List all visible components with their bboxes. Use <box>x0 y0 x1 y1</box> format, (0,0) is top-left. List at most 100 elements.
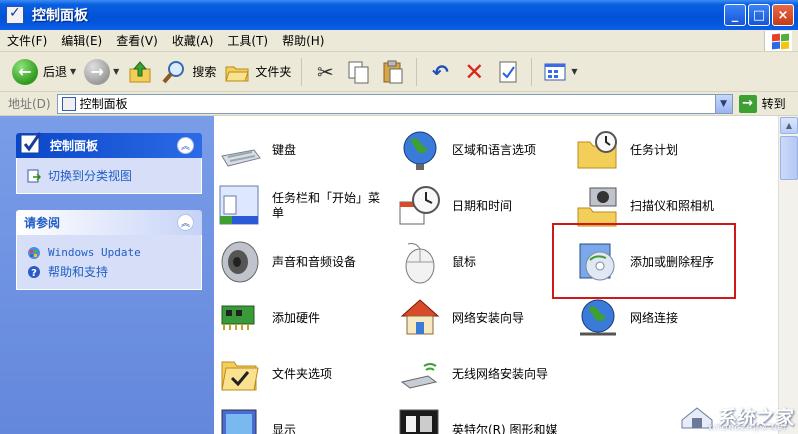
item-wireless-network-wizard[interactable]: 无线网络安装向导 <box>398 352 548 396</box>
copy-icon <box>348 61 369 83</box>
menu-help[interactable]: 帮助(H) <box>275 32 331 49</box>
address-label: 地址(D) <box>8 97 51 111</box>
go-label: 转到 <box>761 97 786 111</box>
maximize-button[interactable]: □ <box>748 4 770 26</box>
cut-button[interactable]: ✂ <box>308 56 342 88</box>
go-button[interactable]: → 转到 <box>738 94 786 113</box>
vertical-scrollbar[interactable]: ▲ <box>778 116 798 434</box>
go-arrow-icon: → <box>738 94 757 113</box>
scroll-up-icon[interactable]: ▲ <box>780 117 798 134</box>
menu-view[interactable]: 查看(V) <box>109 32 165 49</box>
item-add-hardware[interactable]: 添加硬件 <box>218 296 320 340</box>
scroll-thumb[interactable] <box>780 136 798 180</box>
delete-button[interactable]: ✕ <box>457 56 491 88</box>
task-pane: 控制面板 ︽ 切换到分类视图 请参阅 ︽ Windows Update ? 帮助… <box>0 116 214 434</box>
taskbar-icon <box>219 185 259 225</box>
back-label: 后退 <box>43 65 68 79</box>
copy-button[interactable] <box>342 56 376 88</box>
item-date-time[interactable]: 日期和时间 <box>398 184 512 228</box>
folders-label: 文件夹 <box>255 65 292 79</box>
address-input[interactable]: 控制面板 ▼ <box>56 93 733 114</box>
hardware-icon <box>221 305 255 330</box>
item-sound-audio[interactable]: 声音和音频设备 <box>218 240 356 284</box>
menu-bar: 文件(F) 编辑(E) 查看(V) 收藏(A) 工具(T) 帮助(H) <box>0 30 798 52</box>
window-title: 控制面板 <box>32 8 88 24</box>
paste-button[interactable] <box>376 56 410 88</box>
toolbar-separator <box>416 57 418 86</box>
address-dropdown-icon[interactable]: ▼ <box>714 94 732 113</box>
menu-file[interactable]: 文件(F) <box>0 32 54 49</box>
forward-arrow-icon: → <box>84 58 111 85</box>
item-label: 无线网络安装向导 <box>452 366 549 381</box>
item-label: 扫描仪和照相机 <box>630 198 715 213</box>
collapse-chevron-icon[interactable]: ︽ <box>177 137 194 154</box>
paste-icon <box>383 60 403 83</box>
control-panel-icon <box>20 131 42 153</box>
keyboard-icon <box>221 149 261 167</box>
delete-x-icon: ✕ <box>464 57 485 86</box>
control-panel-icon <box>6 5 24 24</box>
item-keyboard[interactable]: 键盘 <box>218 128 296 172</box>
highlight-box <box>552 223 736 299</box>
item-scheduled-tasks[interactable]: 任务计划 <box>576 128 678 172</box>
scanner-camera-icon <box>577 187 617 227</box>
forward-dropdown-icon[interactable]: ▼ <box>113 67 119 76</box>
help-icon: ? <box>28 265 40 279</box>
wireless-icon <box>400 363 438 389</box>
menu-edit[interactable]: 编辑(E) <box>54 32 109 49</box>
search-label: 搜索 <box>192 65 217 79</box>
item-intel-graphics[interactable]: 英特尔(R) 图形和媒 <box>398 408 558 434</box>
menu-favorites[interactable]: 收藏(A) <box>165 32 221 49</box>
undo-button[interactable]: ↶ <box>423 56 457 88</box>
up-button[interactable] <box>123 56 157 88</box>
toolbar: ← 后退 ▼ → ▼ 搜索 文件夹 ✂ ↶ ✕ ▼ <box>0 52 798 92</box>
windows-update-icon <box>28 246 40 259</box>
title-bar: 控制面板 _ □ × <box>0 0 798 30</box>
section-body: Windows Update ? 帮助和支持 <box>16 235 202 290</box>
collapse-chevron-icon[interactable]: ︽ <box>177 214 194 231</box>
item-network-setup-wizard[interactable]: 网络安装向导 <box>398 296 524 340</box>
back-dropdown-icon[interactable]: ▼ <box>70 67 76 76</box>
views-dropdown-icon[interactable]: ▼ <box>571 67 577 76</box>
item-label: 任务栏和「开始」菜单 <box>272 191 381 220</box>
scheduled-tasks-icon <box>577 131 617 169</box>
item-display[interactable]: 显示 <box>218 408 296 434</box>
items-view: 键盘 任务栏和「开始」菜单 声音和音频设备 添加硬件 文件夹选项 显示 区域和语… <box>214 116 778 434</box>
folder-up-icon <box>129 60 151 82</box>
window-controls: _ □ × <box>724 4 794 26</box>
forward-button[interactable]: → ▼ <box>80 56 123 88</box>
intel-graphics-icon <box>399 409 439 434</box>
folder-options-icon <box>221 361 259 391</box>
item-regional-language[interactable]: 区域和语言选项 <box>398 128 536 172</box>
section-body: 切换到分类视图 <box>16 158 202 194</box>
network-globe-icon <box>580 299 616 336</box>
item-label: 网络连接 <box>630 310 679 325</box>
close-button[interactable]: × <box>772 4 794 26</box>
switch-to-category-view-link[interactable]: 切换到分类视图 <box>27 166 191 185</box>
item-taskbar-start-menu[interactable]: 任务栏和「开始」菜单 <box>218 184 384 228</box>
properties-button[interactable] <box>491 56 525 88</box>
item-mouse[interactable]: 鼠标 <box>398 240 476 284</box>
folders-button[interactable]: 文件夹 <box>220 56 295 88</box>
item-folder-options[interactable]: 文件夹选项 <box>218 352 332 396</box>
item-label: 英特尔(R) 图形和媒 <box>452 422 558 434</box>
link-label: 切换到分类视图 <box>48 169 133 183</box>
item-label: 任务计划 <box>630 142 679 157</box>
control-panel-section-header[interactable]: 控制面板 ︽ <box>16 131 202 158</box>
search-icon <box>162 60 185 83</box>
windows-logo-icon <box>764 31 792 51</box>
windows-update-link[interactable]: Windows Update <box>27 243 191 262</box>
item-network-connections[interactable]: 网络连接 <box>576 296 678 340</box>
menu-tools[interactable]: 工具(T) <box>220 32 275 49</box>
back-button[interactable]: ← 后退 ▼ <box>8 56 80 88</box>
see-also-section-header[interactable]: 请参阅 ︽ <box>16 210 202 235</box>
item-label: 鼠标 <box>452 254 477 269</box>
item-label: 键盘 <box>272 142 297 157</box>
search-button[interactable]: 搜索 <box>157 56 220 88</box>
views-button[interactable]: ▼ <box>538 56 581 88</box>
minimize-button[interactable]: _ <box>724 4 746 26</box>
item-label: 文件夹选项 <box>272 366 333 381</box>
globe-icon <box>403 131 437 170</box>
help-and-support-link[interactable]: ? 帮助和支持 <box>27 262 191 281</box>
item-scanners-cameras[interactable]: 扫描仪和照相机 <box>576 184 714 228</box>
